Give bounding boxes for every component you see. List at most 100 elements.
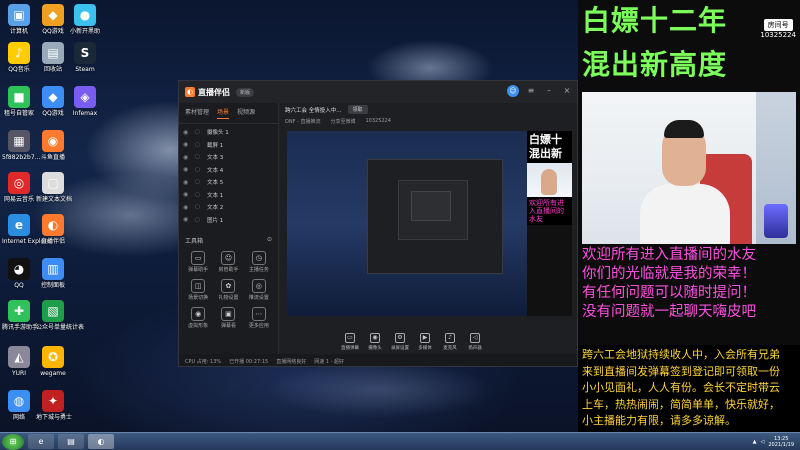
version-pill[interactable]: 新版 — [236, 87, 255, 97]
control-button[interactable]: ⚙ 录屏设置 — [389, 333, 411, 351]
control-button-label: 扬声器 — [468, 346, 482, 351]
lock-icon[interactable]: ▢ — [195, 204, 203, 210]
eye-icon[interactable]: ◉ — [183, 204, 191, 211]
toolbox-item[interactable]: ▣ 弹幕看 — [215, 307, 241, 329]
desktop-icon-label: 租号自管家 — [3, 110, 34, 117]
control-button-icon: ◉ — [370, 333, 380, 343]
desktop-icon[interactable]: ◭ YURI — [2, 346, 36, 377]
control-button[interactable]: ◁ 扬声器 — [464, 333, 486, 351]
start-button[interactable]: ⊞ — [2, 433, 24, 450]
desktop-icon[interactable]: ◍ 网络 — [2, 390, 36, 421]
clock[interactable]: 13:25 2021/1/19 — [768, 436, 794, 448]
lock-icon[interactable]: ▢ — [195, 142, 203, 148]
close-icon[interactable]: × — [561, 85, 573, 97]
toolbox-settings-icon[interactable]: ⊙ — [267, 236, 272, 245]
desktop-icon[interactable]: ♪ QQ音乐 — [2, 42, 36, 73]
desktop-icon[interactable]: ✦ 地下城与勇士 — [36, 390, 72, 421]
layer-row[interactable]: ◉ ▢ 文本 5 — [183, 176, 274, 189]
sidebar-tab[interactable]: 场景 — [217, 107, 230, 119]
desktop-icon[interactable]: ◉ 斗鱼直播 — [36, 130, 70, 161]
desktop-icon[interactable]: ▥ 控制面板 — [36, 258, 70, 289]
eye-icon[interactable]: ◉ — [183, 166, 191, 173]
toolbox-item-label: 房管助手 — [218, 267, 239, 273]
minimize-icon[interactable]: – — [543, 85, 555, 97]
toolbox-item[interactable]: ▭ 弹幕助手 — [185, 251, 211, 273]
figurine — [764, 204, 788, 238]
volume-icon[interactable]: ◁ — [761, 439, 765, 445]
desktop-icon[interactable]: ◐ 直播伴侣 — [36, 214, 70, 245]
guild-line: 上车，热热闹闹，简简单单，快乐就好， — [582, 397, 780, 411]
toolbox-item[interactable]: ◎ 推流设置 — [246, 279, 272, 301]
lock-icon[interactable]: ▢ — [195, 167, 203, 173]
layer-row[interactable]: ◉ ▢ 文本 1 — [183, 189, 274, 202]
layer-row[interactable]: ◉ ▢ 截屏 1 — [183, 139, 274, 152]
eye-icon[interactable]: ◉ — [183, 179, 191, 186]
live-companion-window: ◐ 直播伴侣 新版 ☺ ≡ – × 素材管理 场景 视频源 ◉ ▢ 摄像头 1 ◉ ▢ 截屏 … — [178, 80, 578, 367]
layer-row[interactable]: ◉ ▢ 摄像头 1 — [183, 126, 274, 139]
desktop-icon[interactable]: ◈ Infemax — [68, 86, 102, 117]
desktop-icon[interactable]: ◆ QQ游戏 — [36, 86, 70, 117]
lock-icon[interactable]: ▢ — [195, 217, 203, 223]
desktop-icon[interactable]: ◕ QQ — [2, 258, 36, 289]
desktop-icon[interactable]: ✪ wegame — [36, 346, 70, 377]
desktop-icon[interactable]: S Steam — [68, 42, 102, 73]
guild-line: 小主播能力有限，请多多谅解。 — [582, 414, 736, 427]
desktop-icon[interactable]: ▧ 公众号单量统计表 — [36, 300, 84, 331]
desktop-icon-glyph: S — [74, 42, 96, 64]
desktop-icon[interactable]: ▤ 回收站 — [36, 42, 70, 73]
eye-icon[interactable]: ◉ — [183, 141, 191, 148]
desktop-icon[interactable]: ● 小新开黑助 — [68, 4, 102, 35]
desktop-icon[interactable]: ✚ 腾讯手游助手 — [2, 300, 38, 331]
taskbar-ie[interactable]: e — [28, 434, 54, 449]
notice-button[interactable]: 领取 — [347, 105, 368, 114]
eye-icon[interactable]: ◉ — [183, 129, 191, 136]
toolbox-item[interactable]: ✿ 礼物设置 — [215, 279, 241, 301]
welcome-message: 欢迎所有进入直播间的水友 你们的光临就是我的荣幸！ 有任何问题可以随时提问！ 没有问题… — [582, 246, 796, 322]
layer-row[interactable]: ◉ ▢ 文本 2 — [183, 201, 274, 214]
desktop-icon[interactable]: ▣ 计算机 — [2, 4, 36, 35]
stream-preview[interactable]: 白嫖十 混出新 欢迎所有进入直播间的水友 — [287, 131, 572, 316]
desktop-icon[interactable]: e Internet Explorer — [2, 214, 53, 245]
lock-icon[interactable]: ▢ — [195, 129, 203, 135]
lock-icon[interactable]: ▢ — [195, 192, 203, 198]
toolbox-item[interactable]: ⋯ 更多应用 — [246, 307, 272, 329]
eye-icon[interactable]: ◉ — [183, 191, 191, 198]
layer-row[interactable]: ◉ ▢ 图片 1 — [183, 214, 274, 227]
desktop-icon-glyph: ▣ — [8, 4, 30, 26]
desktop-icon[interactable]: ◆ QQ游戏 — [36, 4, 70, 35]
sidebar-tab[interactable]: 视频源 — [237, 107, 255, 119]
control-button[interactable]: ▭ 直播弹幕 — [339, 333, 361, 351]
control-button[interactable]: ▶ 多媒体 — [414, 333, 436, 351]
layer-row[interactable]: ◉ ▢ 文本 4 — [183, 164, 274, 177]
taskbar-explorer[interactable]: ▤ — [58, 434, 84, 449]
taskbar-live-companion[interactable]: ◐ — [88, 434, 114, 449]
desktop-icon[interactable]: ■ 租号自管家 — [2, 86, 36, 117]
menu-icon[interactable]: ≡ — [525, 85, 537, 97]
toolbox-item[interactable]: ◉ 虚拟形象 — [185, 307, 211, 329]
lock-icon[interactable]: ▢ — [195, 154, 203, 160]
lock-icon[interactable]: ▢ — [195, 179, 203, 185]
eye-icon[interactable]: ◉ — [183, 154, 191, 161]
toolbox-item-label: 推流设置 — [248, 295, 269, 301]
toolbox-item[interactable]: ◷ 主播任务 — [246, 251, 272, 273]
desktop-icon[interactable]: ▢ 新建文本文档 — [36, 172, 72, 203]
desktop-icon-glyph: ▤ — [42, 42, 64, 64]
eye-icon[interactable]: ◉ — [183, 216, 191, 223]
layer-row[interactable]: ◉ ▢ 文本 3 — [183, 151, 274, 164]
desktop-icon-label: QQ游戏 — [42, 110, 64, 117]
guild-line: 小小见面礼，人人有份。会长不定时带云 — [582, 381, 780, 394]
toolbox-item[interactable]: ☺ 房管助手 — [215, 251, 241, 273]
desktop-icon[interactable]: ◎ 网易云音乐 — [2, 172, 36, 203]
nested-app-window-3 — [411, 191, 451, 221]
preview-overlay-title-line2: 混出新 — [529, 147, 562, 160]
preview-camera — [527, 163, 572, 197]
control-button[interactable]: ♪ 麦克风 — [439, 333, 461, 351]
control-button-icon: ▶ — [420, 333, 430, 343]
desktop-icon[interactable]: ▦ 5f882b2b7... — [2, 130, 40, 161]
network-icon[interactable]: ▲ — [753, 439, 757, 445]
control-button[interactable]: ◉ 摄像头 — [364, 333, 386, 351]
taskbar: ⊞ e ▤ ◐ ▲ ◁ 13:25 2021/1/19 — [0, 432, 800, 450]
toolbox-item[interactable]: ◫ 场景切换 — [185, 279, 211, 301]
sidebar-tab[interactable]: 素材管理 — [185, 107, 209, 119]
user-avatar-icon[interactable]: ☺ — [507, 85, 519, 97]
